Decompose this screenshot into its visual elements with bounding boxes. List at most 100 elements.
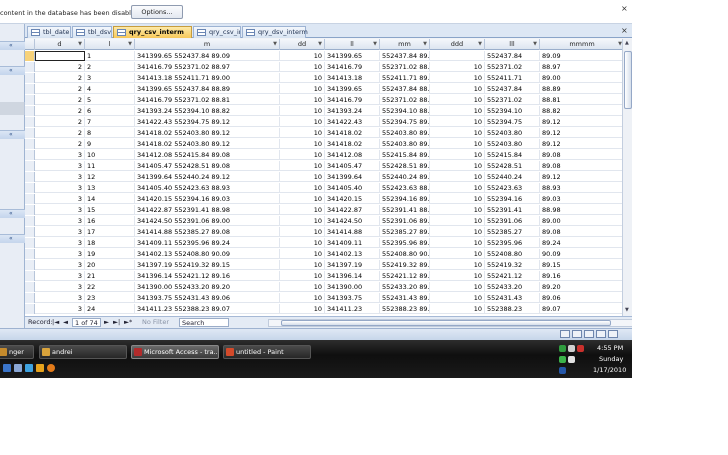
clock-time[interactable]: 4:55 PM bbox=[597, 344, 623, 352]
cell-ddd[interactable]: 10 bbox=[430, 150, 485, 160]
cell-lll[interactable]: 552394.16 bbox=[485, 194, 540, 204]
taskbar-item-andrei[interactable]: andrei bbox=[39, 345, 127, 359]
cell-dd[interactable]: 10 bbox=[280, 117, 325, 127]
cell-mm[interactable]: 552415.84 89.0 bbox=[380, 150, 430, 160]
record-selector[interactable] bbox=[25, 73, 35, 83]
cell-dd[interactable]: 10 bbox=[280, 271, 325, 281]
cell-dd[interactable]: 10 bbox=[280, 62, 325, 72]
scroll-thumb[interactable] bbox=[624, 51, 632, 109]
record-selector[interactable] bbox=[25, 139, 35, 149]
cell-mmmm[interactable]: 89.12 bbox=[540, 172, 622, 182]
cell-m[interactable]: 341405.47 552428.51 89.08 bbox=[135, 161, 280, 171]
tab-qry-dsv-interm[interactable]: qry_dsv_interm bbox=[242, 26, 308, 38]
cell-l[interactable]: 4 bbox=[85, 84, 135, 94]
cell-dd[interactable]: 10 bbox=[280, 183, 325, 193]
cell-mm[interactable]: 552403.80 89.1 bbox=[380, 139, 430, 149]
taskbar-item-paint[interactable]: untitled - Paint bbox=[223, 345, 311, 359]
cell-lll[interactable]: 552428.51 bbox=[485, 161, 540, 171]
cell-l[interactable]: 5 bbox=[85, 95, 135, 105]
nav-group-header[interactable]: « bbox=[0, 234, 25, 243]
column-header-mm[interactable]: mm ▼ bbox=[380, 39, 430, 50]
table-row[interactable]: 3 19 341402.13 552408.80 90.09 10 341402.13 5… bbox=[25, 249, 622, 259]
cell-mmmm[interactable]: 89.06 bbox=[540, 293, 622, 303]
cell-dd[interactable]: 10 bbox=[280, 172, 325, 182]
column-header-m[interactable]: m ▼ bbox=[135, 39, 280, 50]
cell-m[interactable]: 341424.50 552391.06 89.00 bbox=[135, 216, 280, 226]
record-selector[interactable] bbox=[25, 293, 35, 303]
cell-d[interactable]: 3 bbox=[35, 260, 85, 270]
cell-d[interactable]: 2 bbox=[35, 62, 85, 72]
cell-m[interactable]: 341413.18 552411.71 89.00 bbox=[135, 73, 280, 83]
cell-ll[interactable]: 341420.15 bbox=[325, 194, 380, 204]
taskbar-item-microsoft-access[interactable]: Microsoft Access - tra... bbox=[131, 345, 219, 359]
cell-d[interactable]: 3 bbox=[35, 161, 85, 171]
cell-dd[interactable]: 10 bbox=[280, 205, 325, 215]
cell-m[interactable]: 341418.02 552403.80 89.12 bbox=[135, 128, 280, 138]
cell-l[interactable]: 19 bbox=[85, 249, 135, 259]
close-message-bar-icon[interactable]: × bbox=[621, 4, 628, 13]
column-header-l[interactable]: l ▼ bbox=[85, 39, 135, 50]
cell-mm[interactable]: 552428.51 89.0 bbox=[380, 161, 430, 171]
cell-mmmm[interactable]: 88.93 bbox=[540, 183, 622, 193]
cell-mmmm[interactable]: 88.89 bbox=[540, 84, 622, 94]
cell-mm[interactable]: 552419.32 89.1 bbox=[380, 260, 430, 270]
cell-lll[interactable]: 552403.80 bbox=[485, 139, 540, 149]
cell-dd[interactable]: 10 bbox=[280, 282, 325, 292]
record-selector[interactable] bbox=[25, 249, 35, 259]
cell-ddd[interactable]: 10 bbox=[430, 172, 485, 182]
cell-lll[interactable]: 552437.84 bbox=[485, 84, 540, 94]
cell-d[interactable]: 3 bbox=[35, 216, 85, 226]
cell-mmmm[interactable]: 89.09 bbox=[540, 51, 622, 61]
cell-ll[interactable]: 341413.18 bbox=[325, 73, 380, 83]
cell-m[interactable]: 341416.79 552371.02 88.81 bbox=[135, 95, 280, 105]
quick-launch-icon[interactable] bbox=[14, 364, 22, 372]
cell-d[interactable]: 3 bbox=[35, 304, 85, 314]
cell-ll[interactable]: 341418.02 bbox=[325, 139, 380, 149]
nav-item-selected[interactable] bbox=[0, 102, 25, 115]
no-filter-button[interactable]: No Filter bbox=[142, 317, 169, 328]
sort-dropdown-icon[interactable]: ▼ bbox=[78, 39, 82, 50]
cell-l[interactable]: 6 bbox=[85, 106, 135, 116]
quick-launch-icon[interactable] bbox=[36, 364, 44, 372]
table-row[interactable]: 3 18 341409.11 552395.96 89.24 10 341409.11 5… bbox=[25, 238, 622, 248]
cell-ddd[interactable]: 10 bbox=[430, 194, 485, 204]
cell-d[interactable]: 3 bbox=[35, 194, 85, 204]
cell-m[interactable]: 341422.87 552391.41 88.98 bbox=[135, 205, 280, 215]
table-row[interactable]: 3 11 341405.47 552428.51 89.08 10 341405.47 5… bbox=[25, 161, 622, 171]
scroll-thumb[interactable] bbox=[281, 320, 611, 326]
cell-l[interactable]: 16 bbox=[85, 216, 135, 226]
cell-lll[interactable]: 552423.63 bbox=[485, 183, 540, 193]
record-selector[interactable] bbox=[25, 183, 35, 193]
cell-m[interactable]: 341412.08 552415.84 89.08 bbox=[135, 150, 280, 160]
cell-lll[interactable]: 552431.43 bbox=[485, 293, 540, 303]
nav-group-header[interactable]: « bbox=[0, 41, 25, 50]
cell-mmmm[interactable]: 89.16 bbox=[540, 271, 622, 281]
cell-mmmm[interactable]: 88.82 bbox=[540, 106, 622, 116]
cell-mmmm[interactable]: 89.03 bbox=[540, 194, 622, 204]
cell-mm[interactable]: 552421.12 89.1 bbox=[380, 271, 430, 281]
cell-ddd[interactable]: 10 bbox=[430, 95, 485, 105]
last-record-button[interactable]: ►| bbox=[113, 317, 120, 328]
cell-ddd[interactable]: 10 bbox=[430, 117, 485, 127]
cell-ll[interactable]: 341418.02 bbox=[325, 128, 380, 138]
tray-icon[interactable] bbox=[577, 345, 584, 352]
cell-dd[interactable]: 10 bbox=[280, 227, 325, 237]
cell-m[interactable]: 341418.02 552403.80 89.12 bbox=[135, 139, 280, 149]
table-row[interactable]: 2 9 341418.02 552403.80 89.12 10 341418.02 55… bbox=[25, 139, 622, 149]
cell-lll[interactable]: 552388.23 bbox=[485, 304, 540, 314]
cell-mm[interactable]: 552385.27 89.0 bbox=[380, 227, 430, 237]
cell-mm[interactable]: 552408.80 90.0 bbox=[380, 249, 430, 259]
cell-mm[interactable]: 552433.20 89.2 bbox=[380, 282, 430, 292]
cell-dd[interactable]: 10 bbox=[280, 73, 325, 83]
cell-lll[interactable]: 552394.10 bbox=[485, 106, 540, 116]
cell-ddd[interactable]: 10 bbox=[430, 106, 485, 116]
table-row[interactable]: 3 12 341399.64 552440.24 89.12 10 341399.64 5… bbox=[25, 172, 622, 182]
table-row[interactable]: 3 17 341414.88 552385.27 89.08 10 341414.88 5… bbox=[25, 227, 622, 237]
column-header-ll[interactable]: ll ▼ bbox=[325, 39, 380, 50]
cell-l[interactable]: 8 bbox=[85, 128, 135, 138]
tab-qry-csv-interm[interactable]: qry_csv_interm bbox=[193, 26, 241, 38]
select-all-corner[interactable] bbox=[25, 39, 35, 50]
cell-l[interactable]: 22 bbox=[85, 282, 135, 292]
cell-mmmm[interactable]: 88.98 bbox=[540, 205, 622, 215]
cell-ll[interactable]: 341416.79 bbox=[325, 95, 380, 105]
